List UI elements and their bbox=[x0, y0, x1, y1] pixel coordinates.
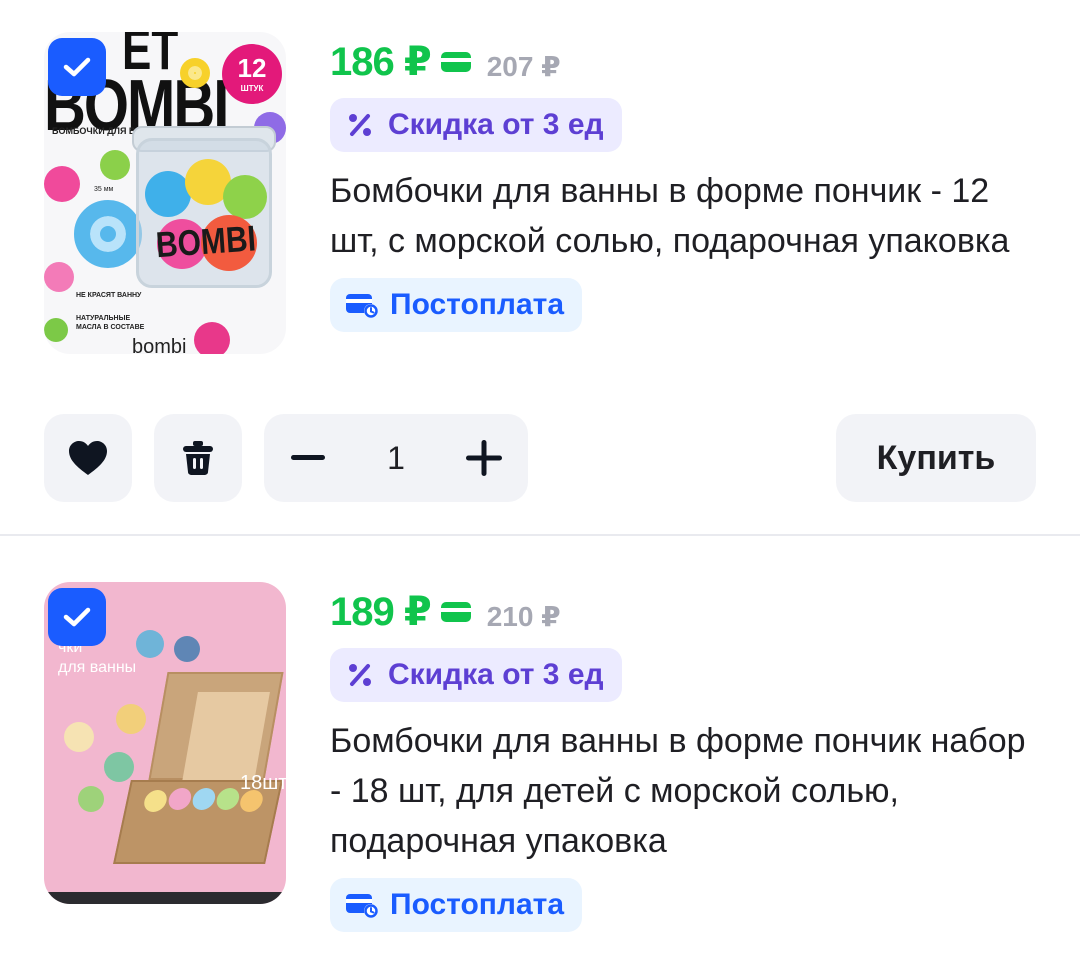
old-price: 210 ₽ bbox=[486, 600, 561, 632]
discount-label: Скидка от 3 ед bbox=[388, 108, 604, 141]
card-clock-icon bbox=[344, 891, 380, 919]
wallet-icon bbox=[440, 602, 471, 622]
delete-button[interactable] bbox=[154, 414, 242, 502]
product-image-feature: НЕ КРАСЯТ ВАННУ bbox=[76, 292, 142, 299]
price-row: 186 ₽ 207 ₽ bbox=[330, 36, 1040, 88]
product-image-count: 12 bbox=[237, 53, 267, 83]
product-image-logo: bombi bbox=[132, 336, 187, 354]
donut-decoration bbox=[194, 322, 230, 354]
minus-icon bbox=[291, 455, 325, 460]
donut-decoration bbox=[74, 200, 142, 268]
donut-decoration bbox=[104, 752, 134, 782]
increase-button[interactable] bbox=[440, 414, 528, 502]
card-clock-icon bbox=[344, 291, 380, 319]
check-icon bbox=[63, 607, 91, 627]
heart-icon bbox=[69, 441, 107, 475]
select-checkbox[interactable] bbox=[48, 588, 106, 646]
postpay-badge[interactable]: Постоплата bbox=[330, 878, 583, 932]
percent-icon bbox=[346, 661, 374, 689]
donut-decoration bbox=[100, 150, 130, 180]
donut-decoration bbox=[64, 722, 94, 752]
product-image-count: 18шт bbox=[240, 772, 286, 794]
plus-icon bbox=[466, 440, 502, 476]
wallet-icon bbox=[440, 52, 471, 72]
discount-badge[interactable]: Скидка от 3 ед bbox=[330, 98, 622, 152]
donut-decoration bbox=[44, 318, 68, 342]
buy-button[interactable]: Купить bbox=[836, 414, 1036, 502]
donut-decoration bbox=[116, 704, 146, 734]
product-title[interactable]: Бомбочки для ванны в форме пончик - 12 ш… bbox=[330, 166, 1040, 266]
product-image-footer bbox=[44, 892, 286, 904]
product-image-count-badge: 12 ШТУК bbox=[222, 44, 282, 104]
quantity-value: 1 bbox=[387, 440, 405, 476]
trash-icon bbox=[183, 441, 213, 475]
product-image-feature: НАТУРАЛЬНЫЕ МАСЛА В СОСТАВЕ bbox=[76, 315, 145, 331]
item-info: 189 ₽ 210 ₽ Скидка от 3 ед Бомбочки для … bbox=[330, 586, 1040, 932]
price: 186 ₽ bbox=[330, 40, 432, 84]
decrease-button[interactable] bbox=[264, 414, 352, 502]
jar bbox=[136, 138, 272, 288]
item-actions: 1 Купить bbox=[44, 414, 1036, 502]
cart-item: чки для ванны 18шт 189 ₽ 210 ₽ Скидка от… bbox=[0, 536, 1080, 963]
percent-icon bbox=[346, 111, 374, 139]
postpay-badge[interactable]: Постоплата bbox=[330, 278, 583, 332]
item-info: 186 ₽ 207 ₽ Скидка от 3 ед Бомбочки для … bbox=[330, 36, 1040, 332]
check-icon bbox=[63, 57, 91, 77]
discount-label: Скидка от 3 ед bbox=[388, 658, 604, 691]
donut-decoration bbox=[44, 166, 80, 202]
old-price: 207 ₽ bbox=[486, 50, 561, 82]
jar-label: BOMBI bbox=[154, 219, 258, 266]
cart-item: ET BOMBI БОМБОЧКИ ДЛЯ ВАННЫ 12 ШТУК 35 м… bbox=[0, 0, 1080, 536]
price: 189 ₽ bbox=[330, 590, 432, 634]
product-image-count-unit: ШТУК bbox=[240, 84, 264, 93]
select-checkbox[interactable] bbox=[48, 38, 106, 96]
price-row: 189 ₽ 210 ₽ bbox=[330, 586, 1040, 638]
donut-decoration bbox=[78, 786, 104, 812]
donut-decoration bbox=[136, 630, 164, 658]
donut-decoration bbox=[180, 58, 210, 88]
postpay-label: Постоплата bbox=[390, 888, 565, 921]
discount-badge[interactable]: Скидка от 3 ед bbox=[330, 648, 622, 702]
product-title[interactable]: Бомбочки для ванны в форме пончик набор … bbox=[330, 716, 1040, 866]
donut-decoration bbox=[44, 262, 74, 292]
product-image-size: 35 мм bbox=[94, 186, 114, 193]
postpay-label: Постоплата bbox=[390, 288, 565, 321]
donut-decoration bbox=[174, 636, 200, 662]
like-button[interactable] bbox=[44, 414, 132, 502]
quantity-stepper: 1 bbox=[264, 414, 528, 502]
